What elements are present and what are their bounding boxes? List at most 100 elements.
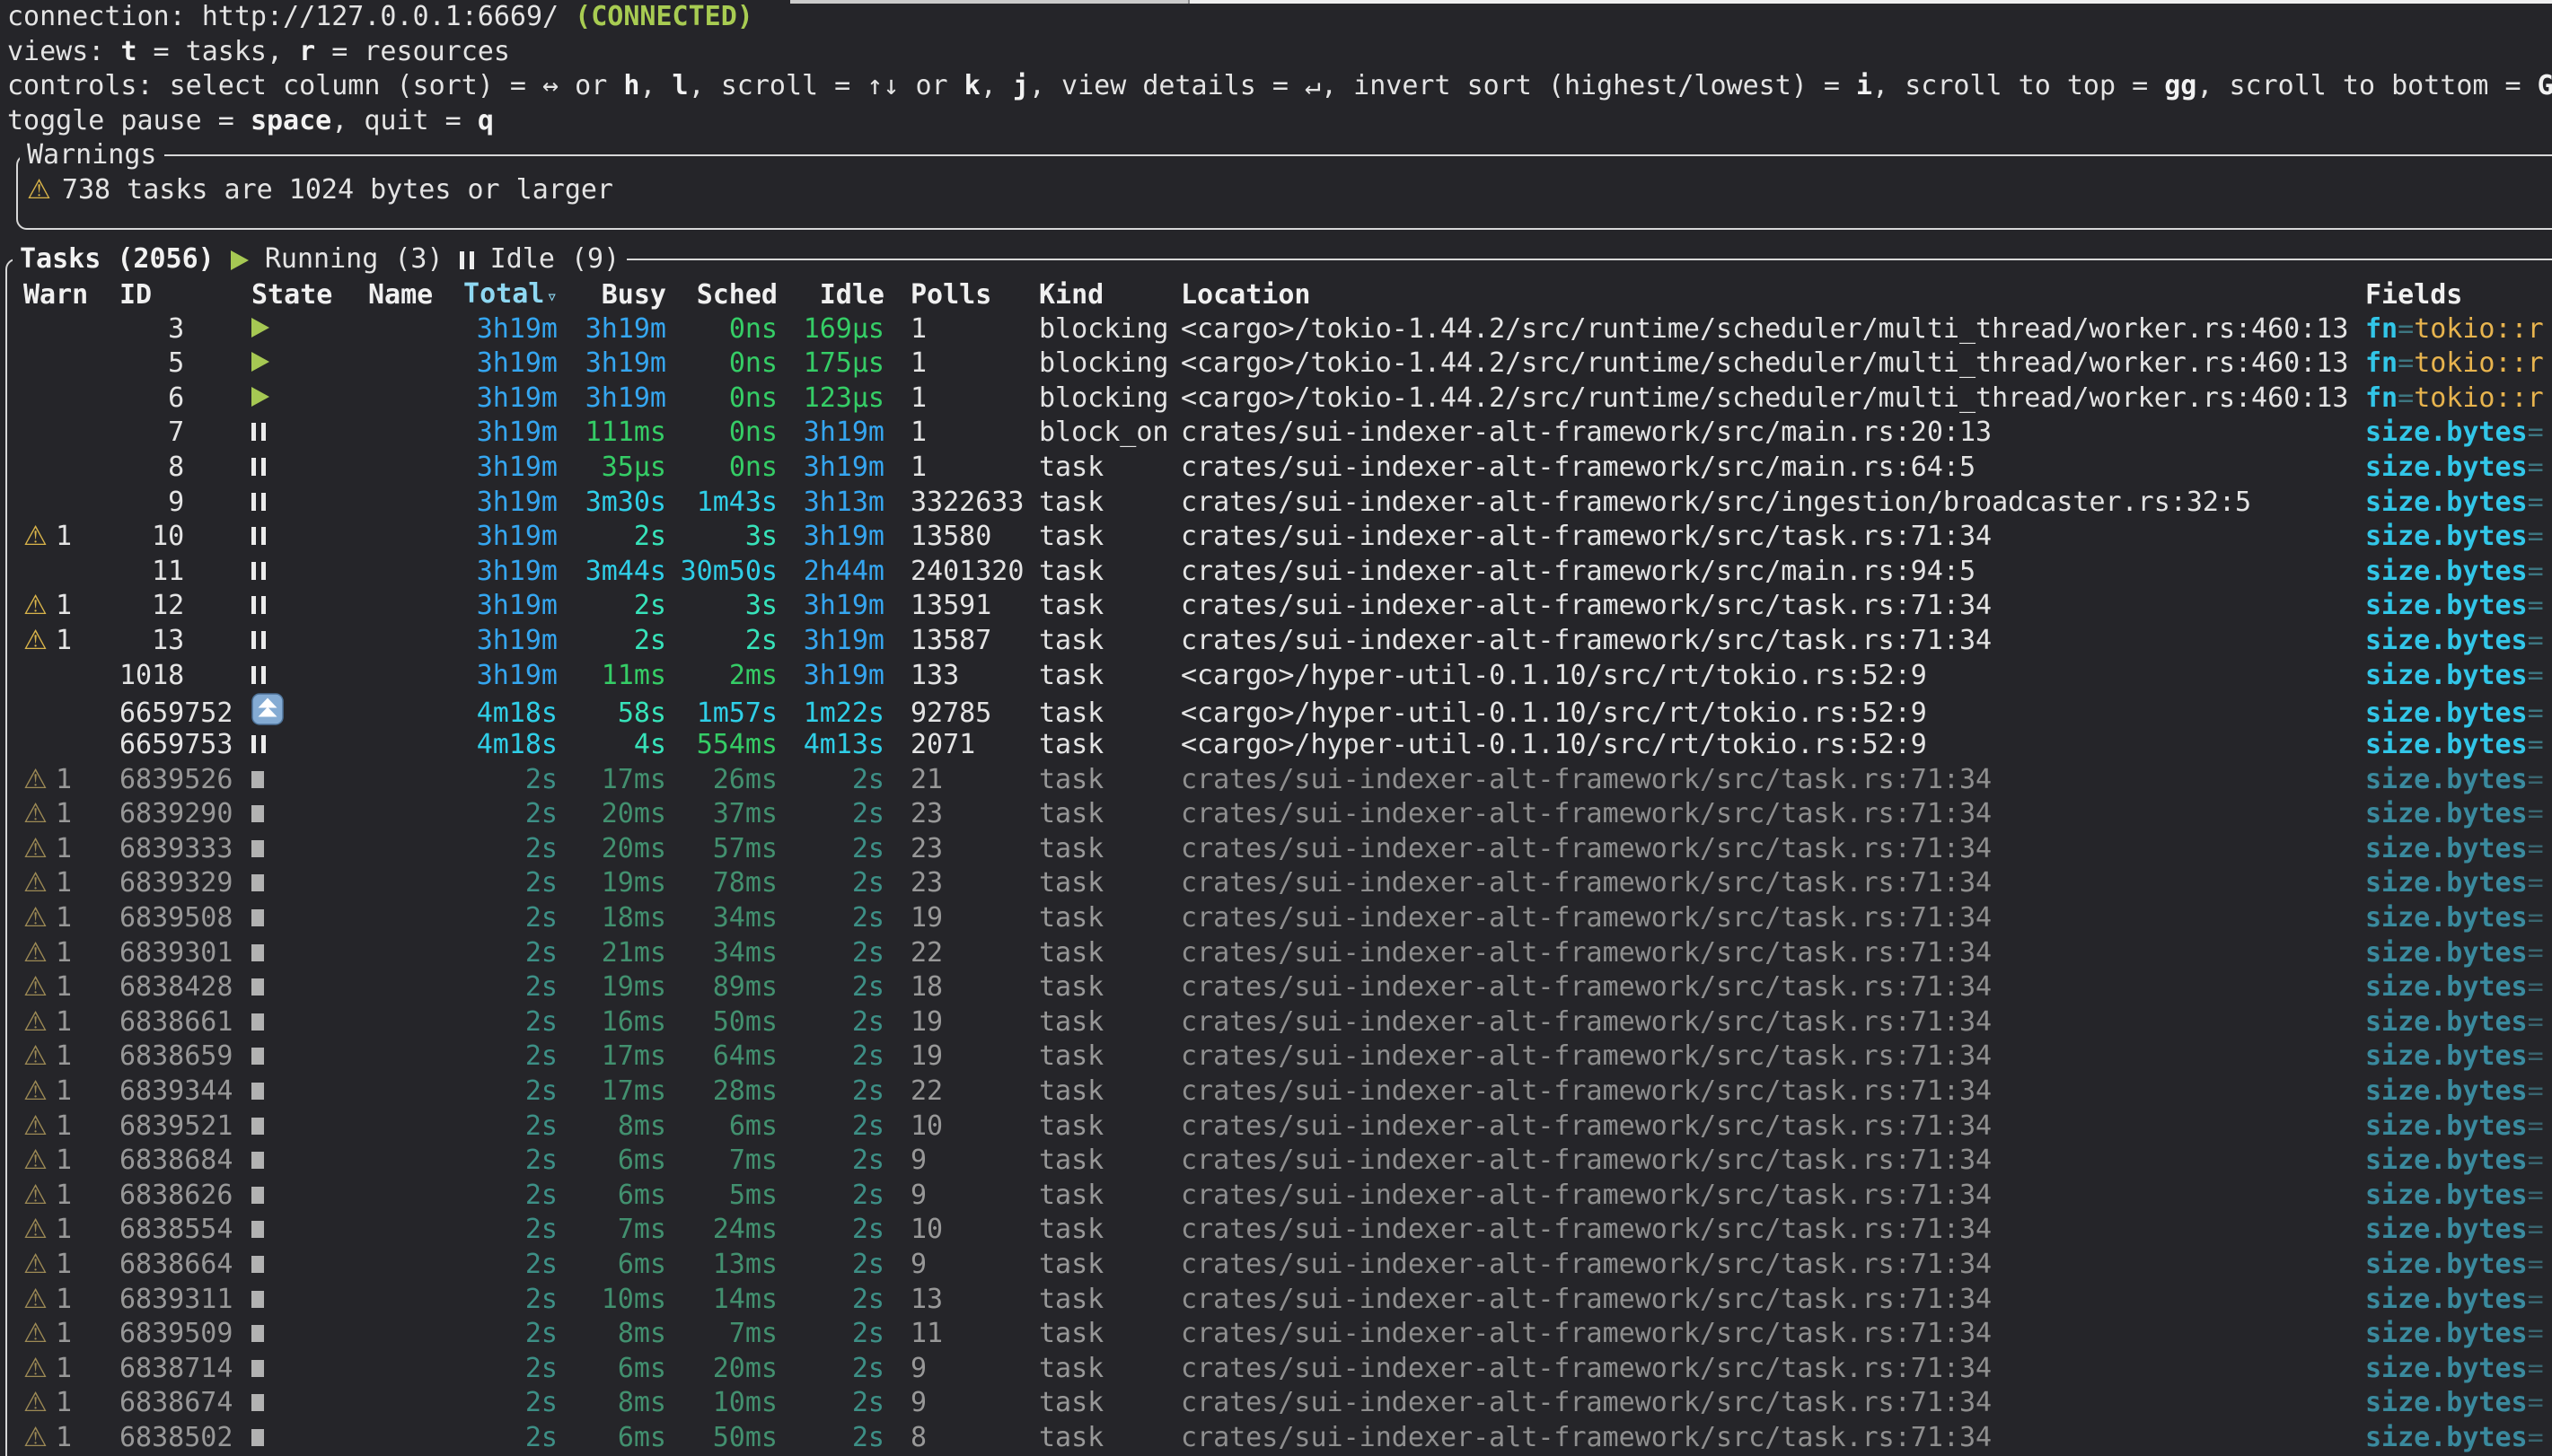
- column-header-fields[interactable]: Fields: [2365, 278, 2552, 313]
- task-busy: 3m30s: [558, 486, 666, 521]
- task-row[interactable]: 93h19m3m30s1m43s3h13m3322633taskcrates/s…: [0, 486, 2552, 521]
- task-idle: 2s: [778, 1213, 884, 1248]
- column-header-kind[interactable]: Kind: [1039, 278, 1181, 313]
- task-row[interactable]: ⚠168387142s6ms20ms2s9taskcrates/sui-inde…: [0, 1352, 2552, 1387]
- task-row[interactable]: 66597524m18s58s1m57s1m22s92785task<cargo…: [0, 693, 2552, 728]
- task-fields: size.bytes=: [2365, 1283, 2552, 1318]
- task-row[interactable]: ⚠168386612s16ms50ms2s19taskcrates/sui-in…: [0, 1005, 2552, 1040]
- task-polls: 19: [884, 901, 1039, 936]
- task-row[interactable]: ⚠168395212s8ms6ms2s10taskcrates/sui-inde…: [0, 1110, 2552, 1145]
- field-equals: =: [2528, 902, 2544, 934]
- column-header-idle[interactable]: Idle: [778, 278, 884, 313]
- task-row[interactable]: 10183h19m11ms2ms3h19m133task<cargo>/hype…: [0, 659, 2552, 694]
- task-row[interactable]: 113h19m3m44s30m50s2h44m2401320taskcrates…: [0, 555, 2552, 590]
- field-key: size.bytes: [2365, 452, 2528, 483]
- task-total: 3h19m: [459, 589, 558, 624]
- text-segment: = tasks,: [137, 35, 300, 70]
- task-sched: 26ms: [666, 763, 778, 798]
- column-header-id[interactable]: ID: [119, 278, 251, 313]
- task-idle: 2s: [778, 832, 884, 867]
- field-key: size.bytes: [2365, 764, 2528, 795]
- column-header-sched[interactable]: Sched: [666, 278, 778, 313]
- task-warn-icon: ⚠: [23, 1039, 56, 1074]
- task-row[interactable]: 33h19m3h19m0ns169µs1blocking<cargo>/toki…: [0, 312, 2552, 347]
- task-busy: 20ms: [558, 797, 666, 832]
- task-idle: 2s: [778, 1317, 884, 1352]
- field-equals: =: [2528, 1006, 2544, 1038]
- field-key: size.bytes: [2365, 1180, 2528, 1211]
- task-row[interactable]: 63h19m3h19m0ns123µs1blocking<cargo>/toki…: [0, 382, 2552, 417]
- task-polls: 13587: [884, 624, 1039, 659]
- running-icon: [251, 387, 269, 407]
- task-sched: 64ms: [666, 1039, 778, 1074]
- task-polls: 22: [884, 936, 1039, 971]
- task-fields: size.bytes=: [2365, 728, 2552, 763]
- field-key: size.bytes: [2365, 697, 2528, 729]
- task-row[interactable]: ⚠1 103h19m2s3s3h19m13580taskcrates/sui-i…: [0, 520, 2552, 555]
- task-row[interactable]: ⚠168393012s21ms34ms2s22taskcrates/sui-in…: [0, 936, 2552, 971]
- task-idle: 2s: [778, 1283, 884, 1318]
- text-segment: l: [673, 69, 689, 104]
- field-value: tokio::r: [2414, 382, 2544, 414]
- task-warn-count: 1: [56, 1213, 119, 1248]
- task-row[interactable]: ⚠168392902s20ms37ms2s23taskcrates/sui-in…: [0, 797, 2552, 832]
- task-busy: 2s: [558, 589, 666, 624]
- task-row[interactable]: ⚠168395082s18ms34ms2s19taskcrates/sui-in…: [0, 901, 2552, 936]
- task-kind: task: [1039, 797, 1181, 832]
- column-header-polls[interactable]: Polls: [884, 278, 1039, 313]
- task-row[interactable]: ⚠168386592s17ms64ms2s19taskcrates/sui-in…: [0, 1039, 2552, 1074]
- task-row[interactable]: ⚠168386262s6ms5ms2s9taskcrates/sui-index…: [0, 1179, 2552, 1214]
- task-sched: 0ns: [666, 346, 778, 382]
- column-header-name[interactable]: Name: [368, 278, 459, 313]
- warning-icon: ⚠: [23, 902, 48, 934]
- task-row[interactable]: 83h19m35µs0ns3h19m1taskcrates/sui-indexe…: [0, 451, 2552, 486]
- column-header-location[interactable]: Location: [1181, 278, 2365, 313]
- task-state: [251, 346, 368, 382]
- task-location: <cargo>/tokio-1.44.2/src/runtime/schedul…: [1181, 312, 2365, 347]
- task-busy: 3h19m: [558, 346, 666, 382]
- task-state: [251, 555, 368, 590]
- field-equals: =: [2528, 452, 2544, 483]
- task-fields: size.bytes=: [2365, 520, 2552, 555]
- task-row[interactable]: ⚠1 123h19m2s3s3h19m13591taskcrates/sui-i…: [0, 589, 2552, 624]
- task-row[interactable]: ⚠168395262s17ms26ms2s21taskcrates/sui-in…: [0, 763, 2552, 798]
- paused-icon: [251, 527, 266, 545]
- warning-icon: ⚠: [23, 764, 48, 795]
- task-kind: task: [1039, 659, 1181, 694]
- task-row[interactable]: 53h19m3h19m0ns175µs1blocking<cargo>/toki…: [0, 346, 2552, 382]
- task-id: 6659753: [119, 728, 251, 763]
- task-warn-count: 1: [56, 1317, 119, 1352]
- column-header-total[interactable]: Total▿: [459, 277, 558, 314]
- warning-icon: ⚠: [23, 1318, 48, 1349]
- task-row[interactable]: ⚠168393332s20ms57ms2s23taskcrates/sui-in…: [0, 832, 2552, 867]
- task-id: 6839333: [119, 832, 251, 867]
- task-warn-icon: ⚠: [23, 1110, 56, 1145]
- task-fields: size.bytes=: [2365, 1421, 2552, 1456]
- task-row[interactable]: ⚠168393112s10ms14ms2s13taskcrates/sui-in…: [0, 1283, 2552, 1318]
- task-row[interactable]: ⚠1 133h19m2s2s3h19m13587taskcrates/sui-i…: [0, 624, 2552, 659]
- task-row[interactable]: ⚠168386742s8ms10ms2s9taskcrates/sui-inde…: [0, 1386, 2552, 1421]
- task-state: [251, 901, 368, 936]
- task-row[interactable]: ⚠168386842s6ms7ms2s9taskcrates/sui-index…: [0, 1144, 2552, 1179]
- task-row[interactable]: ⚠168384282s19ms89ms2s18taskcrates/sui-in…: [0, 970, 2552, 1005]
- task-busy: 19ms: [558, 866, 666, 901]
- task-warn-icon: ⚠: [23, 624, 56, 659]
- task-row[interactable]: ⚠168385542s7ms24ms2s10taskcrates/sui-ind…: [0, 1213, 2552, 1248]
- task-warn-count: 1: [56, 1144, 119, 1179]
- task-row[interactable]: ⚠168393292s19ms78ms2s23taskcrates/sui-in…: [0, 866, 2552, 901]
- task-row[interactable]: ⚠168386642s6ms13ms2s9taskcrates/sui-inde…: [0, 1248, 2552, 1283]
- task-row[interactable]: ⚠168395092s8ms7ms2s11taskcrates/sui-inde…: [0, 1317, 2552, 1352]
- field-equals: =: [2528, 798, 2544, 829]
- column-header-busy[interactable]: Busy: [558, 278, 666, 313]
- task-id: 6838714: [119, 1352, 251, 1387]
- task-row[interactable]: 73h19m111ms0ns3h19m1block_oncrates/sui-i…: [0, 416, 2552, 451]
- task-row[interactable]: ⚠168393442s17ms28ms2s22taskcrates/sui-in…: [0, 1074, 2552, 1110]
- task-sched: 34ms: [666, 936, 778, 971]
- task-sched: 10ms: [666, 1386, 778, 1421]
- column-header-warn[interactable]: Warn: [23, 278, 119, 313]
- task-sched: 30m50s: [666, 555, 778, 590]
- task-kind: task: [1039, 624, 1181, 659]
- task-row[interactable]: 66597534m18s4s554ms4m13s2071task<cargo>/…: [0, 728, 2552, 763]
- task-row[interactable]: ⚠168385022s6ms50ms2s8taskcrates/sui-inde…: [0, 1421, 2552, 1456]
- column-header-state[interactable]: State: [251, 278, 368, 313]
